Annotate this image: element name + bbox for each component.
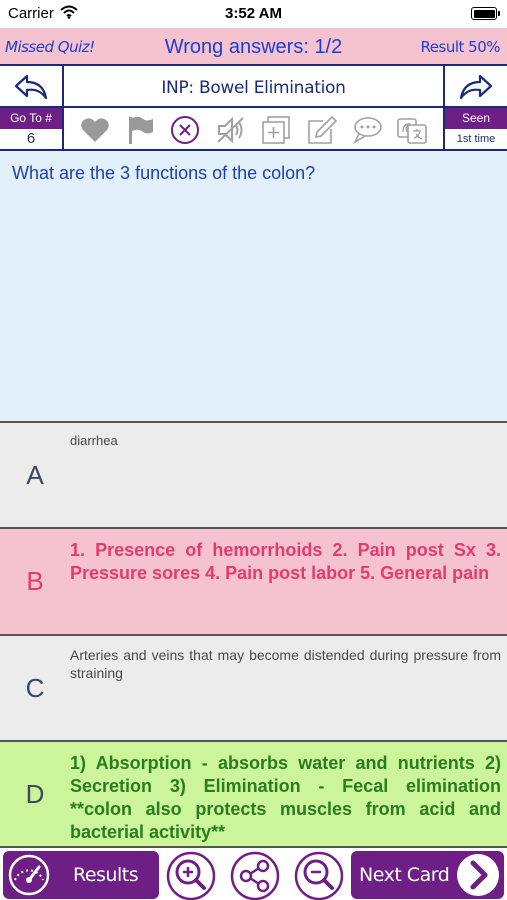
mute-icon[interactable] xyxy=(213,112,249,148)
chat-icon[interactable] xyxy=(349,112,385,148)
answer-text: Arteries and veins that may become diste… xyxy=(70,647,501,681)
heart-icon[interactable] xyxy=(77,112,113,148)
answer-letter: C xyxy=(25,672,45,703)
forward-card-button[interactable] xyxy=(443,66,507,108)
zoom-in-icon xyxy=(166,851,216,900)
answer-letter: B xyxy=(26,566,44,596)
share-button[interactable] xyxy=(230,851,280,900)
zoom-in-button[interactable] xyxy=(166,851,216,900)
answer-text: 1. Presence of hemorrhoids 2. Pain post … xyxy=(70,540,501,583)
next-card-label: Next Card xyxy=(359,864,450,886)
answer-option-a[interactable]: A diarrhea xyxy=(0,421,507,527)
seen-value: 1st time xyxy=(456,133,496,145)
answer-letter: D xyxy=(25,778,45,809)
quiz-header: Missed Quiz! Wrong answers: 1/2 Result 5… xyxy=(0,28,507,66)
answer-letter: A xyxy=(26,459,44,490)
seen-indicator: Seen 1st time xyxy=(443,108,507,151)
seen-label: Seen xyxy=(445,108,507,129)
battery-icon xyxy=(471,7,500,20)
translate-icon[interactable] xyxy=(394,112,430,148)
result-label[interactable]: Result 50% xyxy=(421,38,501,56)
deck-title: INP: Bowel Elimination xyxy=(161,78,346,98)
add-box-icon[interactable] xyxy=(258,112,294,148)
card-title-bar: INP: Bowel Elimination xyxy=(0,66,507,108)
question-panel: What are the 3 functions of the colon? xyxy=(0,151,507,421)
next-card-button[interactable]: Next Card xyxy=(351,851,504,899)
zoom-out-icon xyxy=(294,851,344,900)
goto-value: 6 xyxy=(26,130,36,147)
gauge-icon xyxy=(5,851,53,899)
answer-text: diarrhea xyxy=(70,433,118,448)
chevron-right-icon xyxy=(457,854,499,896)
tool-icons xyxy=(66,108,441,151)
results-button[interactable]: Results xyxy=(3,851,159,899)
goto-card-button[interactable]: Go To # 6 xyxy=(0,108,64,151)
answer-option-d[interactable]: D 1) Absorption - absorbs water and nutr… xyxy=(0,740,507,846)
previous-card-button[interactable] xyxy=(0,66,64,108)
close-circle-icon[interactable] xyxy=(167,112,203,148)
card-toolbar: Go To # 6 Seen 1st time xyxy=(0,108,507,151)
goto-label: Go To # xyxy=(0,108,62,129)
answer-text: 1) Absorption - absorbs water and nutrie… xyxy=(70,753,501,842)
status-bar: Carrier 3:52 AM xyxy=(0,0,507,28)
results-label: Results xyxy=(73,864,139,886)
zoom-out-button[interactable] xyxy=(294,851,344,900)
bottom-bar: Results Next Card xyxy=(0,846,507,900)
share-icon xyxy=(230,851,280,900)
clock: 3:52 AM xyxy=(225,5,282,22)
question-text: What are the 3 functions of the colon? xyxy=(12,163,316,183)
back-arrow-icon xyxy=(14,74,48,100)
answer-option-c[interactable]: C Arteries and veins that may become dis… xyxy=(0,634,507,740)
flag-icon[interactable] xyxy=(122,112,158,148)
forward-arrow-icon xyxy=(459,74,493,100)
edit-icon[interactable] xyxy=(304,112,340,148)
answer-option-b[interactable]: B 1. Presence of hemorrhoids 2. Pain pos… xyxy=(0,527,507,634)
